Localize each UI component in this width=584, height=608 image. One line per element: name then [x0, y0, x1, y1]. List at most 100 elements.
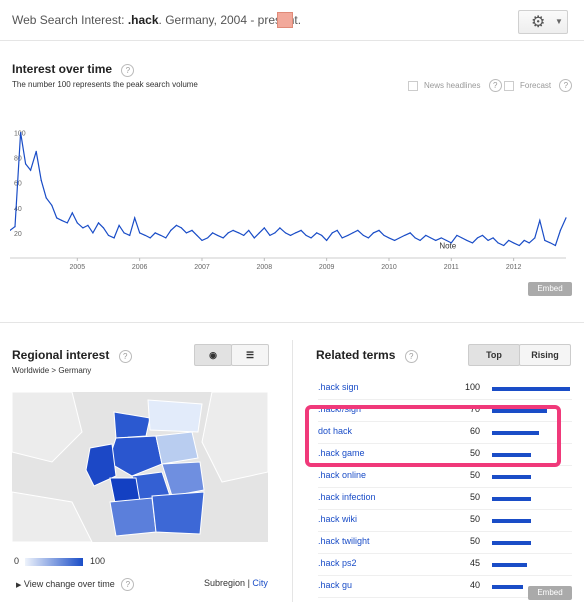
- data-point: [352, 232, 354, 234]
- data-point: [481, 234, 484, 237]
- map-view-button[interactable]: ◉: [194, 344, 232, 366]
- chevron-right-icon: ▶: [16, 582, 22, 589]
- related-embed-button[interactable]: Embed: [528, 586, 572, 600]
- map-region[interactable]: [147, 399, 203, 433]
- data-point: [503, 244, 505, 247]
- data-point: [40, 179, 42, 181]
- data-point: [528, 242, 530, 244]
- data-point: [201, 239, 203, 242]
- y-tick-label: 20: [14, 231, 22, 238]
- legend-max-label: 100: [90, 556, 106, 566]
- interest-over-time-chart[interactable]: 204060801002005 2006 2007 2008 2009 2010 2011 2…: [10, 118, 572, 280]
- data-point: [398, 237, 401, 239]
- note-label: Note: [439, 241, 456, 250]
- related-term-label[interactable]: .hack sign: [318, 382, 359, 392]
- data-point: [362, 234, 365, 237]
- map-region[interactable]: [109, 497, 157, 537]
- data-point: [258, 232, 260, 234]
- checkbox-icon: [408, 80, 418, 91]
- tab-rising[interactable]: Rising: [519, 344, 571, 366]
- related-term-label[interactable]: .hack ps2: [318, 558, 357, 568]
- data-point: [269, 234, 271, 237]
- related-term-row[interactable]: .hack infection 50: [318, 488, 572, 510]
- help-icon[interactable]: ?: [121, 64, 135, 77]
- data-point: [347, 234, 349, 237]
- data-point: [279, 227, 281, 229]
- related-term-row[interactable]: .hack online 50: [318, 466, 572, 488]
- data-point: [539, 219, 541, 221]
- data-point: [51, 204, 53, 206]
- data-point: [336, 229, 338, 231]
- data-point: [549, 242, 552, 244]
- related-term-row[interactable]: .hack wiki 50: [318, 510, 572, 532]
- data-point: [107, 234, 110, 237]
- map-region[interactable]: [151, 491, 205, 535]
- forecast-checkbox[interactable]: Forecast ?: [504, 79, 573, 92]
- map-region[interactable]: [155, 431, 199, 465]
- city-link[interactable]: City: [252, 578, 268, 588]
- news-headlines-checkbox[interactable]: News headlines ?: [408, 79, 502, 92]
- google-plus-icon[interactable]: [277, 12, 293, 28]
- data-point: [544, 239, 546, 242]
- data-point: [466, 239, 468, 242]
- help-icon[interactable]: ?: [404, 350, 418, 363]
- data-point: [45, 197, 47, 199]
- list-view-button[interactable]: ☰: [231, 344, 269, 366]
- data-point: [393, 239, 396, 242]
- related-term-label[interactable]: .hack wiki: [318, 514, 357, 524]
- related-term-row[interactable]: .hack twilight 50: [318, 532, 572, 554]
- page-title: Web Search Interest: .hack. Germany, 200…: [12, 13, 302, 27]
- data-point: [35, 150, 37, 152]
- help-icon[interactable]: ?: [559, 79, 573, 92]
- data-point: [518, 244, 520, 247]
- data-point: [144, 234, 146, 237]
- related-term-label[interactable]: .hack infection: [318, 492, 376, 502]
- related-term-value: 50: [469, 470, 480, 480]
- data-point: [196, 234, 198, 237]
- related-term-label[interactable]: .hack gu: [318, 580, 352, 590]
- checkbox-icon: [504, 80, 514, 91]
- data-point: [76, 222, 78, 224]
- data-point: [56, 217, 58, 219]
- related-term-bar: [492, 585, 524, 589]
- data-point: [341, 237, 343, 239]
- data-point: [248, 229, 250, 231]
- germany-map[interactable]: [12, 392, 268, 542]
- column-divider: [292, 340, 293, 602]
- interest-over-time-title: Interest over time ?: [12, 62, 135, 77]
- data-point: [476, 237, 479, 239]
- settings-button[interactable]: ⚙ ▼: [518, 10, 568, 34]
- data-point: [211, 232, 214, 234]
- related-term-row[interactable]: .hack ps2 45: [318, 554, 572, 576]
- data-point: [29, 169, 32, 171]
- view-change-over-time-link[interactable]: ▶ View change over time ?: [16, 578, 135, 591]
- data-point: [216, 234, 219, 237]
- help-icon[interactable]: ?: [121, 578, 135, 591]
- related-term-label[interactable]: .hack online: [318, 470, 366, 480]
- data-point: [316, 232, 318, 234]
- data-point: [508, 239, 510, 242]
- data-point: [326, 239, 328, 242]
- related-term-bar: [492, 497, 531, 501]
- data-point: [66, 222, 68, 224]
- globe-icon: ◉: [209, 350, 217, 360]
- data-point: [129, 234, 131, 237]
- data-point: [487, 239, 489, 242]
- help-icon[interactable]: ?: [488, 79, 502, 92]
- embed-button[interactable]: Embed: [528, 282, 572, 296]
- related-terms-title: Related terms ?: [316, 348, 418, 363]
- data-point: [97, 222, 100, 224]
- data-point: [492, 237, 494, 239]
- gear-icon: ⚙: [531, 14, 546, 31]
- subregion-link[interactable]: Subregion: [204, 578, 245, 588]
- data-point: [372, 232, 374, 234]
- data-point: [82, 227, 84, 229]
- help-icon[interactable]: ?: [118, 350, 132, 363]
- data-point: [440, 237, 442, 239]
- related-term-row[interactable]: .hack sign 100: [318, 378, 572, 400]
- data-point: [87, 224, 89, 226]
- related-term-value: 100: [464, 382, 480, 392]
- related-term-bar: [492, 387, 570, 391]
- tab-top[interactable]: Top: [468, 344, 520, 366]
- related-term-label[interactable]: .hack twilight: [318, 536, 370, 546]
